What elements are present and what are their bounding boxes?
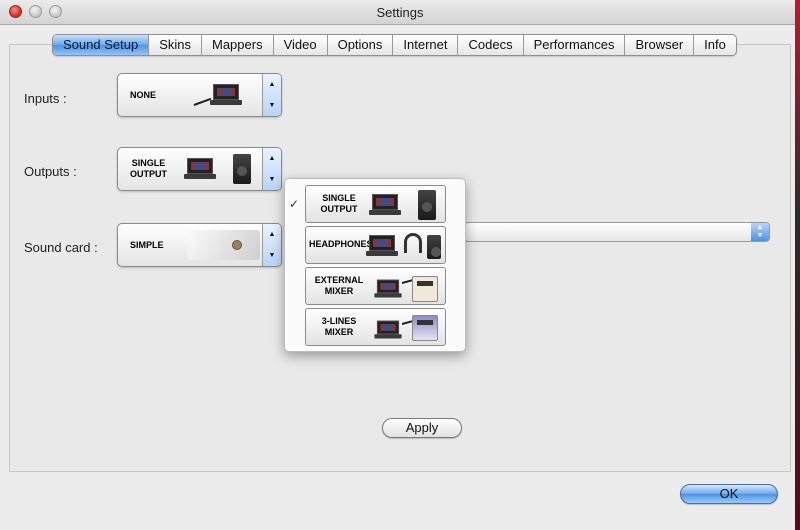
cable-icon (193, 97, 212, 106)
mixer-icon (412, 315, 438, 341)
soundcard-value: SIMPLE (130, 240, 164, 250)
mixer-icon (412, 276, 438, 302)
menu-item-label-line1: SINGLE (322, 193, 356, 203)
tab-performances[interactable]: Performances (524, 35, 626, 55)
menu-item-label-line1: HEADPHONES (309, 239, 373, 249)
speaker-icon (233, 154, 251, 184)
headphones-icon (404, 233, 422, 253)
outputs-label: Outputs : (24, 164, 77, 179)
menu-item-3-lines-mixer[interactable]: 3-LINES MIXER (305, 308, 446, 346)
tab-browser[interactable]: Browser (625, 35, 695, 55)
stepper-up-icon[interactable]: ▲ (263, 74, 281, 95)
laptop-icon (210, 84, 242, 106)
menu-item-external-mixer[interactable]: EXTERNAL MIXER (305, 267, 446, 305)
tab-info[interactable]: Info (694, 35, 736, 55)
stepper-down-icon[interactable]: ▼ (263, 95, 281, 116)
inputs-value: NONE (130, 90, 157, 100)
menu-item-label-line2: OUTPUT (320, 204, 358, 214)
settings-window: Settings Sound Setup Skins Mappers Video… (0, 0, 800, 530)
stepper-arrows-icon[interactable]: ▲ ▼ (751, 223, 769, 241)
inputs-label: Inputs : (24, 91, 67, 106)
tab-sound-setup[interactable]: Sound Setup (53, 35, 150, 55)
soundcard-device-select[interactable]: ▲ ▼ (464, 222, 770, 242)
title-bar[interactable]: Settings (0, 0, 800, 25)
settings-tabs: Sound Setup Skins Mappers Video Options … (52, 34, 737, 56)
menu-item-label: SINGLE OUTPUT (309, 193, 369, 215)
menu-item-label: HEADPHONES (309, 239, 373, 250)
tab-internet[interactable]: Internet (393, 35, 459, 55)
menu-item-label: 3-LINES MIXER (309, 316, 369, 338)
speaker-icon (418, 190, 436, 220)
menu-item-label-line1: EXTERNAL (314, 275, 364, 285)
window-title: Settings (376, 5, 424, 20)
stepper-up-icon[interactable]: ▲ (263, 148, 281, 169)
soundcard-picker[interactable]: SIMPLE ▲ ▼ (117, 223, 282, 267)
background-app-edge (795, 0, 800, 530)
speaker-icon (427, 235, 441, 259)
outputs-value-line1: SINGLE (131, 158, 166, 168)
tab-codecs[interactable]: Codecs (458, 35, 524, 55)
laptop-icon (374, 320, 402, 340)
laptop-icon (369, 194, 401, 216)
menu-item-label-line1: 3-LINES (321, 316, 357, 326)
outputs-picker[interactable]: SINGLE OUTPUT ▲ ▼ (117, 147, 282, 191)
laptop-icon (366, 235, 398, 257)
tab-options[interactable]: Options (328, 35, 394, 55)
laptop-icon (184, 158, 216, 180)
menu-item-headphones[interactable]: HEADPHONES (305, 226, 446, 264)
soundcard-stepper[interactable]: ▲ ▼ (262, 224, 281, 266)
inputs-stepper[interactable]: ▲ ▼ (262, 74, 281, 116)
tab-mappers[interactable]: Mappers (202, 35, 274, 55)
stepper-down-icon[interactable]: ▼ (263, 169, 281, 190)
menu-item-single-output[interactable]: SINGLE OUTPUT (305, 185, 446, 223)
ok-button[interactable]: OK (680, 484, 778, 504)
outputs-stepper[interactable]: ▲ ▼ (262, 148, 281, 190)
soundcard-icon (188, 230, 260, 260)
inputs-picker[interactable]: NONE ▲ ▼ (117, 73, 282, 117)
menu-item-label: EXTERNAL MIXER (309, 275, 369, 297)
laptop-icon (374, 279, 402, 299)
stepper-down-icon[interactable]: ▼ (263, 245, 281, 266)
outputs-value-line2: OUTPUT (130, 169, 167, 179)
soundcard-label: Sound card : (24, 240, 98, 255)
apply-button[interactable]: Apply (382, 418, 462, 438)
menu-item-label-line2: MIXER (324, 327, 354, 337)
checkmark-icon: ✓ (289, 197, 300, 211)
menu-item-label-line2: MIXER (324, 286, 354, 296)
tab-skins[interactable]: Skins (149, 35, 202, 55)
stepper-up-icon[interactable]: ▲ (263, 224, 281, 245)
outputs-menu: ✓ SINGLE OUTPUT HEADPHONES EXTERNAL MIXE… (284, 178, 466, 352)
outputs-value: SINGLE OUTPUT (130, 158, 167, 180)
tab-video[interactable]: Video (274, 35, 328, 55)
